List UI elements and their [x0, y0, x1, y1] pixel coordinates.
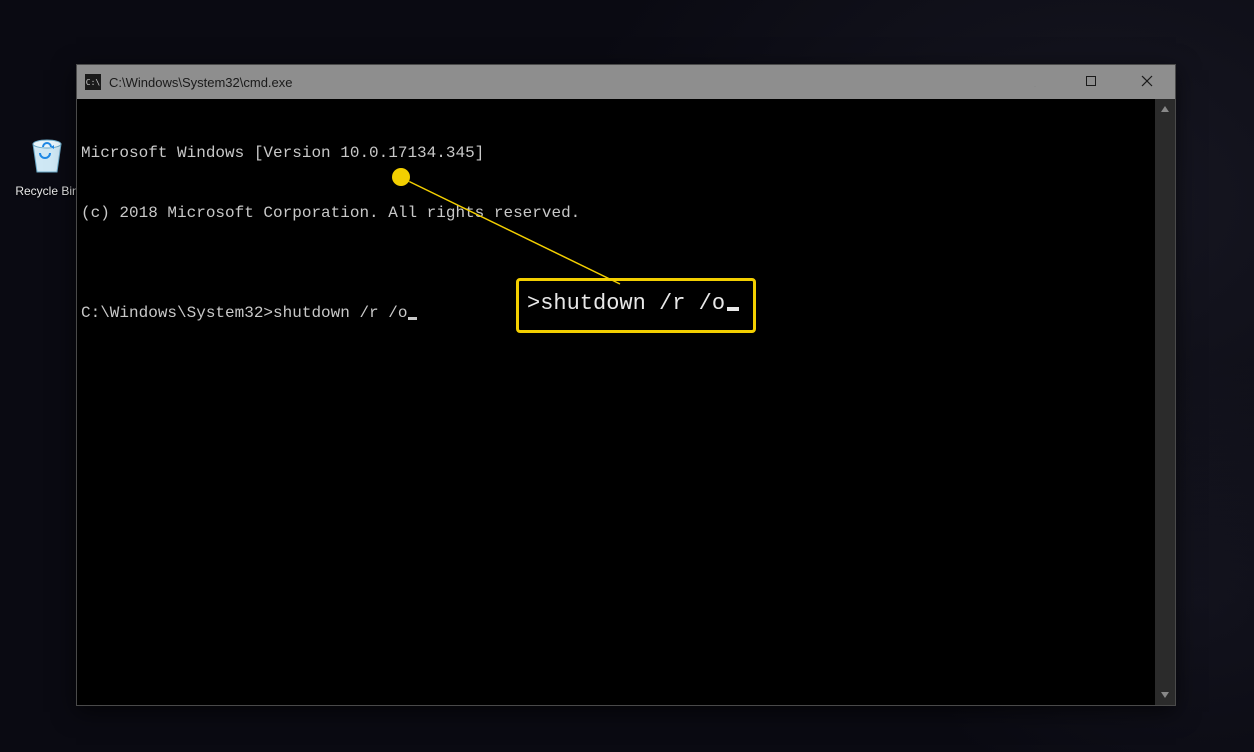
recycle-bin-desktop-icon[interactable]: Recycle Bin: [10, 130, 84, 198]
callout-highlight-box: >shutdown /r /o: [516, 278, 756, 333]
window-title: C:\Windows\System32\cmd.exe: [109, 75, 293, 90]
callout-text: >shutdown /r /o: [527, 291, 725, 316]
callout-cursor-icon: [727, 307, 739, 311]
recycle-bin-label: Recycle Bin: [15, 184, 78, 198]
titlebar[interactable]: C:\ C:\Windows\System32\cmd.exe: [77, 65, 1175, 99]
terminal-cursor: [408, 317, 417, 320]
recycle-bin-icon: [23, 130, 71, 178]
window-controls: [1007, 65, 1175, 99]
maximize-button[interactable]: [1063, 65, 1119, 99]
terminal-command: shutdown /r /o: [273, 303, 407, 323]
cmd-app-icon: C:\: [85, 74, 101, 90]
maximize-icon: [1085, 75, 1097, 90]
terminal-area: Microsoft Windows [Version 10.0.17134.34…: [77, 99, 1175, 705]
terminal-prompt-path: C:\Windows\System32>: [81, 303, 273, 323]
close-button[interactable]: [1119, 65, 1175, 99]
command-prompt-window: C:\ C:\Windows\System32\cmd.exe: [76, 64, 1176, 706]
callout-dot: [392, 168, 410, 186]
terminal-line-version: Microsoft Windows [Version 10.0.17134.34…: [81, 143, 1151, 163]
scroll-up-arrow-icon[interactable]: [1155, 99, 1175, 119]
minimize-button[interactable]: [1007, 65, 1063, 99]
scroll-down-arrow-icon[interactable]: [1155, 685, 1175, 705]
close-icon: [1141, 75, 1153, 90]
minimize-icon: [1029, 75, 1041, 90]
desktop: Recycle Bin C:\ C:\Windows\System32\cmd.…: [0, 0, 1254, 752]
terminal-line-copyright: (c) 2018 Microsoft Corporation. All righ…: [81, 203, 1151, 223]
terminal-output[interactable]: Microsoft Windows [Version 10.0.17134.34…: [77, 99, 1155, 705]
vertical-scrollbar[interactable]: [1155, 99, 1175, 705]
